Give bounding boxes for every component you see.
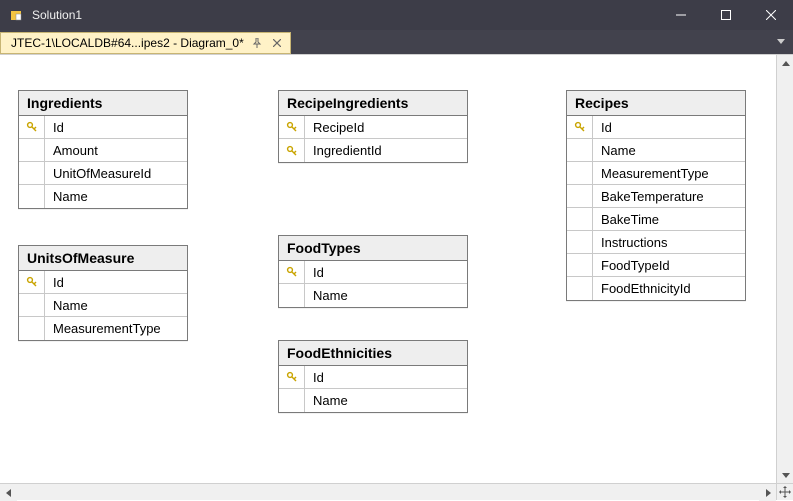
entity-table[interactable]: RecipeIngredients RecipeId IngredientId	[278, 90, 468, 163]
column-name: FoodEthnicityId	[593, 281, 699, 296]
column-name: Id	[45, 120, 72, 135]
entity-column-row[interactable]: Name	[19, 294, 187, 317]
key-cell-empty	[19, 317, 45, 340]
entity-column-row[interactable]: Instructions	[567, 231, 745, 254]
scroll-left-button[interactable]	[0, 484, 17, 501]
entity-column-row[interactable]: Name	[279, 389, 467, 412]
entity-column-row[interactable]: BakeTime	[567, 208, 745, 231]
key-cell-empty	[19, 185, 45, 208]
scroll-right-button[interactable]	[759, 484, 776, 501]
entity-column-row[interactable]: Id	[279, 366, 467, 389]
primary-key-icon	[19, 271, 45, 293]
entity-column-row[interactable]: RecipeId	[279, 116, 467, 139]
entity-table[interactable]: UnitsOfMeasure Id Name MeasurementType	[18, 245, 188, 341]
column-name: Instructions	[593, 235, 675, 250]
column-name: Id	[593, 120, 620, 135]
primary-key-icon	[567, 116, 593, 138]
diagram-viewport: IngredientsIdAmountUnitOfMeasureIdNameUn…	[0, 54, 793, 500]
close-button[interactable]	[748, 0, 793, 30]
column-name: BakeTime	[593, 212, 667, 227]
key-cell-empty	[567, 208, 593, 230]
column-name: Name	[305, 288, 356, 303]
tab-overflow-dropdown[interactable]	[773, 34, 789, 50]
minimize-button[interactable]	[658, 0, 703, 30]
column-name: Name	[305, 393, 356, 408]
scroll-up-button[interactable]	[777, 55, 793, 72]
pin-icon[interactable]	[250, 36, 264, 50]
entity-header[interactable]: Recipes	[567, 91, 745, 116]
column-name: BakeTemperature	[593, 189, 712, 204]
scroll-track-horizontal[interactable]	[17, 484, 759, 500]
primary-key-icon	[279, 366, 305, 388]
titlebar[interactable]: Solution1	[0, 0, 793, 30]
primary-key-icon	[279, 261, 305, 283]
maximize-button[interactable]	[703, 0, 748, 30]
entity-column-row[interactable]: Name	[19, 185, 187, 208]
tabstrip: JTEC-1\LOCALDB#64...ipes2 - Diagram_0*	[0, 30, 793, 54]
tab-diagram[interactable]: JTEC-1\LOCALDB#64...ipes2 - Diagram_0*	[0, 32, 291, 54]
entity-column-row[interactable]: FoodEthnicityId	[567, 277, 745, 300]
column-name: Id	[305, 370, 332, 385]
column-name: RecipeId	[305, 120, 372, 135]
entity-header[interactable]: FoodEthnicities	[279, 341, 467, 366]
vertical-scrollbar[interactable]	[776, 55, 793, 483]
entity-column-row[interactable]: MeasurementType	[19, 317, 187, 340]
entity-header[interactable]: RecipeIngredients	[279, 91, 467, 116]
key-cell-empty	[279, 389, 305, 412]
entity-table[interactable]: Ingredients Id Amount UnitOfMeasureId Name	[18, 90, 188, 209]
column-name: Id	[45, 275, 72, 290]
close-icon[interactable]	[270, 36, 284, 50]
tab-label: JTEC-1\LOCALDB#64...ipes2 - Diagram_0*	[11, 36, 244, 50]
diagram-canvas[interactable]: IngredientsIdAmountUnitOfMeasureIdNameUn…	[0, 55, 776, 483]
entity-column-row[interactable]: FoodTypeId	[567, 254, 745, 277]
entity-column-row[interactable]: Amount	[19, 139, 187, 162]
key-cell-empty	[567, 254, 593, 276]
key-cell-empty	[567, 139, 593, 161]
entity-column-row[interactable]: MeasurementType	[567, 162, 745, 185]
primary-key-icon	[279, 139, 305, 162]
column-name: MeasurementType	[593, 166, 717, 181]
horizontal-scrollbar[interactable]	[0, 483, 776, 500]
key-cell-empty	[567, 185, 593, 207]
column-name: Name	[593, 143, 644, 158]
entity-column-row[interactable]: Id	[19, 271, 187, 294]
key-cell-empty	[567, 162, 593, 184]
primary-key-icon	[19, 116, 45, 138]
primary-key-icon	[279, 116, 305, 138]
scroll-track-vertical[interactable]	[777, 72, 793, 466]
key-cell-empty	[19, 294, 45, 316]
key-cell-empty	[19, 162, 45, 184]
app-icon	[8, 7, 24, 23]
key-cell-empty	[567, 277, 593, 300]
entity-column-row[interactable]: Id	[279, 261, 467, 284]
entity-column-row[interactable]: BakeTemperature	[567, 185, 745, 208]
column-name: Amount	[45, 143, 106, 158]
pan-handle[interactable]	[776, 483, 793, 500]
entity-column-row[interactable]: Id	[567, 116, 745, 139]
entity-column-row[interactable]: UnitOfMeasureId	[19, 162, 187, 185]
entity-header[interactable]: Ingredients	[19, 91, 187, 116]
column-name: IngredientId	[305, 143, 390, 158]
entity-column-row[interactable]: Name	[279, 284, 467, 307]
entity-header[interactable]: UnitsOfMeasure	[19, 246, 187, 271]
column-name: MeasurementType	[45, 321, 169, 336]
column-name: Id	[305, 265, 332, 280]
key-cell-empty	[567, 231, 593, 253]
entity-header[interactable]: FoodTypes	[279, 236, 467, 261]
entity-table[interactable]: FoodTypes Id Name	[278, 235, 468, 308]
column-name: Name	[45, 189, 96, 204]
column-name: FoodTypeId	[593, 258, 678, 273]
entity-column-row[interactable]: Id	[19, 116, 187, 139]
column-name: UnitOfMeasureId	[45, 166, 159, 181]
entity-column-row[interactable]: Name	[567, 139, 745, 162]
scroll-down-button[interactable]	[777, 466, 793, 483]
entity-column-row[interactable]: IngredientId	[279, 139, 467, 162]
key-cell-empty	[19, 139, 45, 161]
window-title: Solution1	[32, 8, 82, 22]
entity-table[interactable]: FoodEthnicities Id Name	[278, 340, 468, 413]
column-name: Name	[45, 298, 96, 313]
key-cell-empty	[279, 284, 305, 307]
entity-table[interactable]: Recipes Id Name MeasurementType BakeTemperat…	[566, 90, 746, 301]
